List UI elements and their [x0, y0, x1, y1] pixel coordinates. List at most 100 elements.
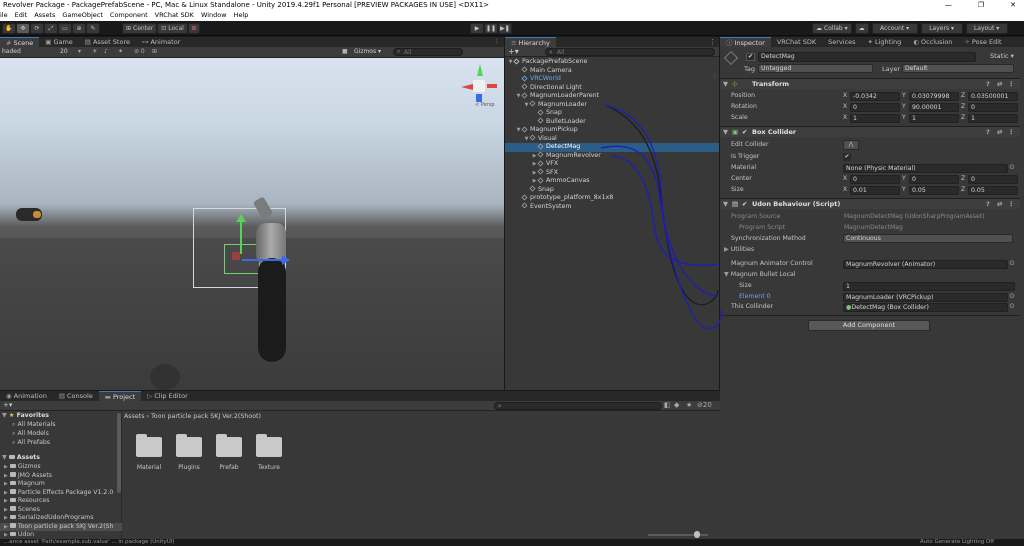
- asset-tree-item[interactable]: ▶ Scenes: [0, 506, 122, 515]
- asset-tree-item[interactable]: ▶ Gizmos: [0, 463, 122, 472]
- layer-dropdown[interactable]: Default: [902, 64, 1014, 73]
- hierarchy-item[interactable]: ▼ PackagePrefabScene: [505, 57, 719, 67]
- foldout-arrow-icon[interactable]: ▶: [4, 481, 8, 487]
- create-button[interactable]: +▾: [508, 47, 519, 56]
- pause-button[interactable]: ❚❚: [484, 23, 498, 34]
- menu-window[interactable]: Window: [201, 10, 227, 21]
- filter-type-icon[interactable]: ◧: [664, 401, 671, 409]
- hidden-packages-icon[interactable]: ⊘20: [697, 401, 712, 409]
- favorite-item[interactable]: ⌕ All Models: [0, 430, 122, 439]
- help-icon[interactable]: ?: [986, 127, 990, 138]
- help-icon[interactable]: ?: [986, 199, 990, 210]
- hierarchy-item[interactable]: Directional Light: [505, 83, 719, 93]
- filter-label-icon[interactable]: ◆: [674, 401, 679, 409]
- rotation-x-field[interactable]: 0: [850, 103, 900, 112]
- custom-tool-icon[interactable]: ✎: [86, 23, 100, 34]
- asset-tree-item[interactable]: ▶ SerializedUdonPrograms: [0, 514, 122, 523]
- tab-console[interactable]: ▤ Console: [53, 391, 99, 401]
- favorite-item[interactable]: ⌕ All Materials: [0, 421, 122, 430]
- hierarchy-item[interactable]: ▶ VFX: [505, 159, 719, 169]
- layout-dropdown[interactable]: Layout ▾: [965, 23, 1008, 34]
- tab-inspector[interactable]: ⓘ Inspector: [720, 37, 771, 47]
- collab-button[interactable]: ☁ Collab ▾: [812, 23, 852, 34]
- scale-tool-icon[interactable]: ⤢: [44, 23, 58, 34]
- hierarchy-item[interactable]: VRCWorld: [505, 74, 719, 84]
- hierarchy-item[interactable]: ▶ MagnumRevolver: [505, 151, 719, 161]
- account-dropdown[interactable]: Account ▾: [871, 23, 918, 34]
- foldout-arrow-icon[interactable]: ▼: [523, 135, 530, 144]
- local-toggle[interactable]: ⊡ Local: [157, 23, 188, 34]
- position-y-field[interactable]: 0.03079998: [909, 92, 959, 101]
- asset-tree-item[interactable]: ▶ Magnum: [0, 480, 122, 489]
- tab-clip-editor[interactable]: ▷ Clip Editor: [141, 391, 194, 401]
- enabled-checkbox[interactable]: ✔: [742, 127, 747, 138]
- hierarchy-search-input[interactable]: ⌕ All: [545, 48, 715, 56]
- center-x-field[interactable]: 0: [850, 175, 900, 184]
- step-button[interactable]: ▶❚: [498, 23, 512, 34]
- object-name-input[interactable]: DetectMag: [758, 52, 976, 62]
- zoom-slider-thumb[interactable]: [694, 531, 700, 538]
- gizmo-z-axis[interactable]: [242, 259, 284, 261]
- element-0-field[interactable]: MagnumLoader (VRCPickup): [843, 293, 1008, 302]
- foldout-arrow-icon[interactable]: ▶: [4, 464, 8, 470]
- foldout-arrow-icon[interactable]: ▶: [531, 160, 538, 169]
- snap-icon[interactable]: ⊠: [187, 23, 200, 34]
- foldout-arrow-icon[interactable]: ▼: [507, 58, 514, 67]
- position-x-field[interactable]: -0.0342: [850, 92, 900, 101]
- component-menu-icon[interactable]: ⋮: [1008, 199, 1015, 210]
- size-x-field[interactable]: 0.01: [850, 186, 900, 195]
- grid-toggle-icon[interactable]: ⊞: [152, 48, 157, 55]
- cloud-icon[interactable]: ☁: [854, 23, 869, 34]
- enabled-checkbox[interactable]: ✔: [742, 199, 747, 210]
- layers-dropdown[interactable]: Layers ▾: [920, 23, 963, 34]
- effects-toggle-icon[interactable]: ✦: [118, 48, 123, 55]
- audio-toggle-icon[interactable]: ♪: [104, 48, 108, 55]
- transform-header[interactable]: ▼ ⊹ Transform ? ⇄ ⋮: [720, 78, 1020, 89]
- close-button[interactable]: ✕: [1010, 0, 1016, 10]
- tab-vrchat-sdk[interactable]: VRChat SDK: [771, 37, 822, 47]
- gizmo-x-handle[interactable]: [232, 252, 240, 260]
- persp-label[interactable]: < Persp: [475, 102, 495, 108]
- hierarchy-item[interactable]: ▶ AmmoCanvas: [505, 176, 719, 186]
- foldout-arrow-icon[interactable]: ▼: [523, 101, 530, 110]
- minimize-button[interactable]: —: [945, 0, 952, 10]
- hierarchy-item[interactable]: DetectMag: [505, 142, 719, 152]
- hand-tool-icon[interactable]: ✋: [2, 23, 16, 34]
- gizmo-y-axis[interactable]: [240, 220, 242, 254]
- asset-tree-item[interactable]: ▶ Resources: [0, 497, 122, 506]
- orientation-gizmo[interactable]: < Persp: [459, 64, 499, 110]
- hierarchy-item[interactable]: EventSystem: [505, 202, 719, 212]
- foldout-arrow-icon[interactable]: ▶: [4, 532, 8, 538]
- shading-mode-dropdown[interactable]: haded: [2, 48, 21, 55]
- asset-tree-item[interactable]: ▶ Particle Effects Package V1.2.0: [0, 489, 122, 498]
- rotation-y-field[interactable]: 90.00001: [909, 103, 959, 112]
- preset-icon[interactable]: ⇄: [997, 127, 1002, 138]
- is-trigger-checkbox[interactable]: ✔: [843, 153, 851, 161]
- folder-icon[interactable]: [216, 434, 242, 457]
- center-toggle[interactable]: ⊞ Center: [122, 23, 158, 34]
- folder-icon[interactable]: [136, 434, 162, 457]
- tab-services[interactable]: Services: [822, 37, 861, 47]
- center-z-field[interactable]: 0: [968, 175, 1018, 184]
- hidden-objects-icon[interactable]: ⊘ 0: [134, 48, 145, 55]
- preset-icon[interactable]: ⇄: [997, 79, 1002, 90]
- foldout-arrow-icon[interactable]: ▶: [4, 473, 8, 479]
- udon-behaviour-header[interactable]: ▼ ▤ ✔ Udon Behaviour (Script) ? ⇄ ⋮: [720, 198, 1020, 209]
- favorites-header[interactable]: ▼ ★ Favorites: [0, 412, 122, 421]
- tree-scrollbar[interactable]: [117, 413, 121, 493]
- folder-icon[interactable]: [256, 434, 282, 457]
- scene-options-icon[interactable]: ⋮: [712, 73, 718, 80]
- active-checkbox[interactable]: ✔: [746, 53, 755, 61]
- lighting-toggle-icon[interactable]: ☀: [92, 48, 97, 55]
- foldout-arrow-icon[interactable]: ▶: [4, 490, 8, 496]
- create-button[interactable]: +▾: [3, 401, 12, 409]
- object-picker-icon[interactable]: ⊙: [1009, 302, 1015, 310]
- component-menu-icon[interactable]: ⋮: [1008, 127, 1015, 138]
- object-picker-icon[interactable]: ⊙: [1009, 163, 1015, 171]
- move-tool-icon[interactable]: ✥: [16, 23, 30, 34]
- project-breadcrumb[interactable]: Assets › Toon particle pack SKJ Ver.2(Sh…: [124, 413, 261, 420]
- menu-assets[interactable]: Assets: [34, 10, 55, 21]
- foldout-arrow-icon[interactable]: ▶: [531, 169, 538, 178]
- status-message[interactable]: ...ance asset 'Path/example.sub.value' .…: [4, 539, 175, 546]
- foldout-arrow-icon[interactable]: ▶: [4, 524, 8, 530]
